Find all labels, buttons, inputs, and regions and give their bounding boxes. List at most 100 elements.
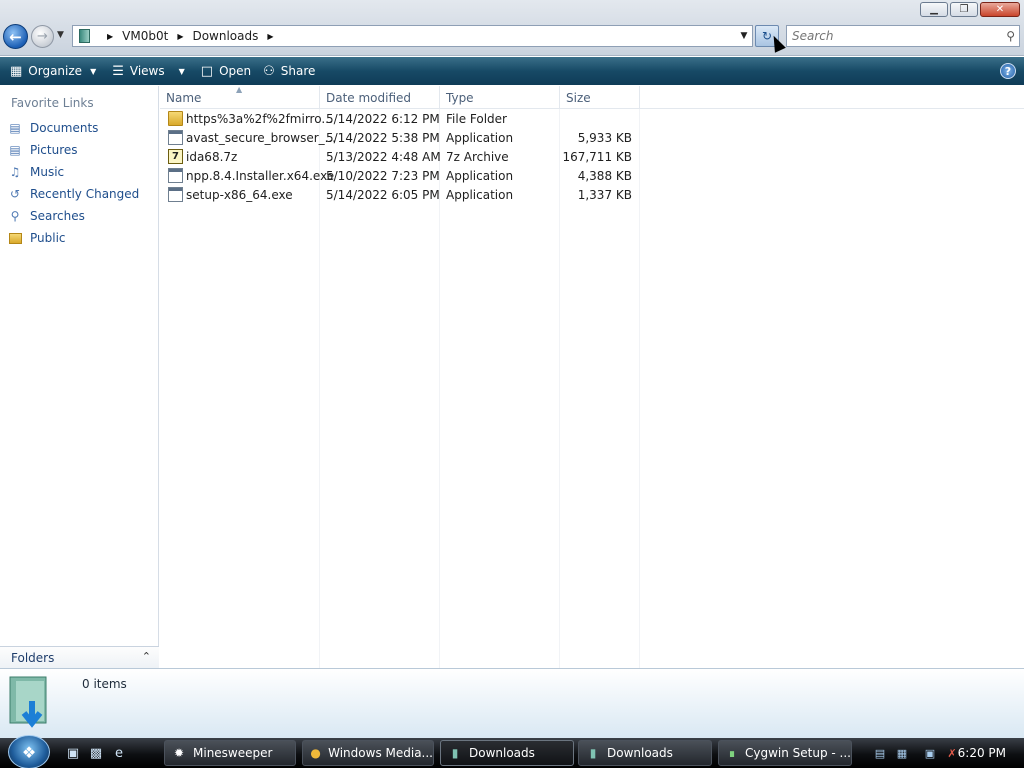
file-name: setup-x86_64.exe <box>186 188 293 202</box>
address-breadcrumb[interactable]: ▶ VM0b0t ▶ Downloads ▶ <box>72 25 753 47</box>
file-date: 5/14/2022 6:05 PM <box>326 188 440 202</box>
breadcrumb-separator-icon[interactable]: ▶ <box>177 32 183 41</box>
taskbar: ❖ ▣ ▩ e ✹ Minesweeper ● Windows Media...… <box>0 735 1024 768</box>
file-size: 1,337 KB <box>577 188 632 202</box>
help-button[interactable]: ? <box>1000 63 1016 79</box>
taskbar-item-downloads[interactable]: ▮ Downloads <box>578 740 712 766</box>
task-label: Cygwin Setup - ... <box>745 746 851 760</box>
taskbar-item-cygwin[interactable]: ∎ Cygwin Setup - ... <box>718 740 852 766</box>
file-name: npp.8.4.Installer.x64.exe <box>186 169 335 183</box>
share-label: Share <box>280 64 316 78</box>
clock[interactable]: 6:20 PM <box>958 746 1006 760</box>
file-type: Application <box>446 169 514 183</box>
windows-logo-icon: ❖ <box>21 742 37 762</box>
column-header-label: Type <box>446 90 474 105</box>
share-icon: ⚇ <box>263 63 275 79</box>
sidebar-item-label: Pictures <box>30 143 78 157</box>
file-type: Application <box>446 188 514 202</box>
file-type: Application <box>446 131 514 145</box>
favorite-links-heading: Favorite Links <box>11 96 94 110</box>
recently-changed-icon: ↺ <box>9 187 21 201</box>
file-type: 7z Archive <box>446 150 509 164</box>
column-header-name[interactable]: Name ▲ <box>160 85 320 109</box>
taskbar-item-media-player[interactable]: ● Windows Media... <box>302 740 434 766</box>
sidebar-item-public[interactable]: Public <box>7 230 66 246</box>
file-type: File Folder <box>446 112 507 126</box>
views-icon: ☰ <box>112 63 124 79</box>
breadcrumb-separator-icon[interactable]: ▶ <box>107 32 113 41</box>
open-button[interactable]: □ Open <box>195 60 257 82</box>
file-name: ida68.7z <box>186 150 238 164</box>
application-icon <box>168 187 183 202</box>
organize-button[interactable]: ▦ Organize ▼ <box>4 60 102 82</box>
file-row[interactable]: avast_secure_browser_... 5/14/2022 5:38 … <box>160 129 640 148</box>
sidebar-item-label: Recently Changed <box>30 187 140 201</box>
start-button[interactable]: ❖ <box>8 735 50 768</box>
column-header-type[interactable]: Type <box>440 86 560 109</box>
documents-icon: ▤ <box>9 121 21 135</box>
downloads-folder-icon <box>9 676 47 728</box>
explorer-icon: ▮ <box>589 746 597 760</box>
column-header-size[interactable]: Size <box>560 86 640 109</box>
breadcrumb-item-vm0b0t[interactable]: VM0b0t <box>122 29 168 43</box>
folder-icon <box>168 111 183 126</box>
breadcrumb-item-downloads[interactable]: Downloads <box>192 29 258 43</box>
show-desktop-icon[interactable]: ▣ <box>64 745 82 761</box>
minimize-button[interactable]: ▁ <box>920 2 948 17</box>
address-dropdown-button[interactable]: ▼ <box>734 25 754 47</box>
file-row[interactable]: npp.8.4.Installer.x64.exe 5/10/2022 7:23… <box>160 167 640 186</box>
task-label: Minesweeper <box>193 746 273 760</box>
switch-windows-icon[interactable]: ▩ <box>87 745 105 761</box>
sidebar-item-label: Public <box>30 231 66 245</box>
sort-ascending-icon: ▲ <box>236 85 243 94</box>
folders-toggle[interactable]: Folders ⌃ <box>0 646 159 668</box>
maximize-button[interactable]: ❐ <box>950 2 978 17</box>
archive-icon: 7 <box>168 149 183 164</box>
column-header-date[interactable]: Date modified <box>320 86 440 109</box>
open-file-icon: □ <box>200 63 214 79</box>
close-button[interactable]: ✕ <box>980 2 1020 17</box>
forward-button[interactable]: → <box>31 25 54 48</box>
back-button[interactable]: ← <box>3 24 28 49</box>
window-caption-buttons: ▁ ❐ ✕ <box>920 2 1020 17</box>
views-label: Views <box>129 64 165 78</box>
file-date: 5/13/2022 4:48 AM <box>326 150 441 164</box>
chevron-down-icon: ▼ <box>90 66 97 76</box>
file-size: 4,388 KB <box>577 169 632 183</box>
search-icon[interactable]: ⚲ <box>1006 29 1015 43</box>
minesweeper-icon: ✹ <box>173 746 185 760</box>
breadcrumb-separator-icon[interactable]: ▶ <box>267 32 273 41</box>
search-box[interactable]: ⚲ <box>786 25 1020 47</box>
task-label: Windows Media... <box>328 746 433 760</box>
file-row[interactable]: setup-x86_64.exe 5/14/2022 6:05 PM Appli… <box>160 186 640 205</box>
sidebar-item-music[interactable]: ♫ Music <box>7 164 65 180</box>
sidebar-item-pictures[interactable]: ▤ Pictures <box>7 142 78 158</box>
file-date: 5/14/2022 6:12 PM <box>326 112 440 126</box>
sidebar-item-documents[interactable]: ▤ Documents <box>7 120 98 136</box>
views-button[interactable]: ☰ Views ▼ <box>106 60 191 82</box>
file-name: avast_secure_browser_... <box>186 131 337 145</box>
recent-pages-dropdown[interactable]: ▼ <box>57 30 64 40</box>
task-label: Downloads <box>469 746 535 760</box>
display-icon[interactable]: ▣ <box>922 745 938 761</box>
share-button[interactable]: ⚇ Share <box>257 60 321 82</box>
folders-label: Folders <box>11 650 55 665</box>
network-icon[interactable]: ▦ <box>894 745 910 761</box>
taskbar-item-downloads-active[interactable]: ▮ Downloads <box>440 740 574 766</box>
tray-app-icon[interactable]: ▤ <box>872 745 888 761</box>
organize-label: Organize <box>28 64 83 78</box>
pictures-icon: ▤ <box>9 143 21 157</box>
media-player-icon: ● <box>310 746 321 760</box>
search-input[interactable] <box>792 29 992 43</box>
taskbar-item-minesweeper[interactable]: ✹ Minesweeper <box>164 740 296 766</box>
file-row[interactable]: 7 ida68.7z 5/13/2022 4:48 AM 7z Archive … <box>160 148 640 167</box>
sidebar-item-recently-changed[interactable]: ↺ Recently Changed <box>7 186 139 202</box>
sidebar-item-label: Searches <box>30 209 85 223</box>
file-row[interactable]: https%3a%2f%2fmirro... 5/14/2022 6:12 PM… <box>160 110 640 129</box>
column-header-label: Name <box>166 90 202 105</box>
sidebar-item-searches[interactable]: ⚲ Searches <box>7 208 85 224</box>
file-date: 5/10/2022 7:23 PM <box>326 169 440 183</box>
sidebar-item-label: Documents <box>30 121 99 135</box>
internet-explorer-icon[interactable]: e <box>110 745 128 761</box>
file-list: Name ▲ Date modified Type Size https%3a%… <box>160 85 1024 668</box>
